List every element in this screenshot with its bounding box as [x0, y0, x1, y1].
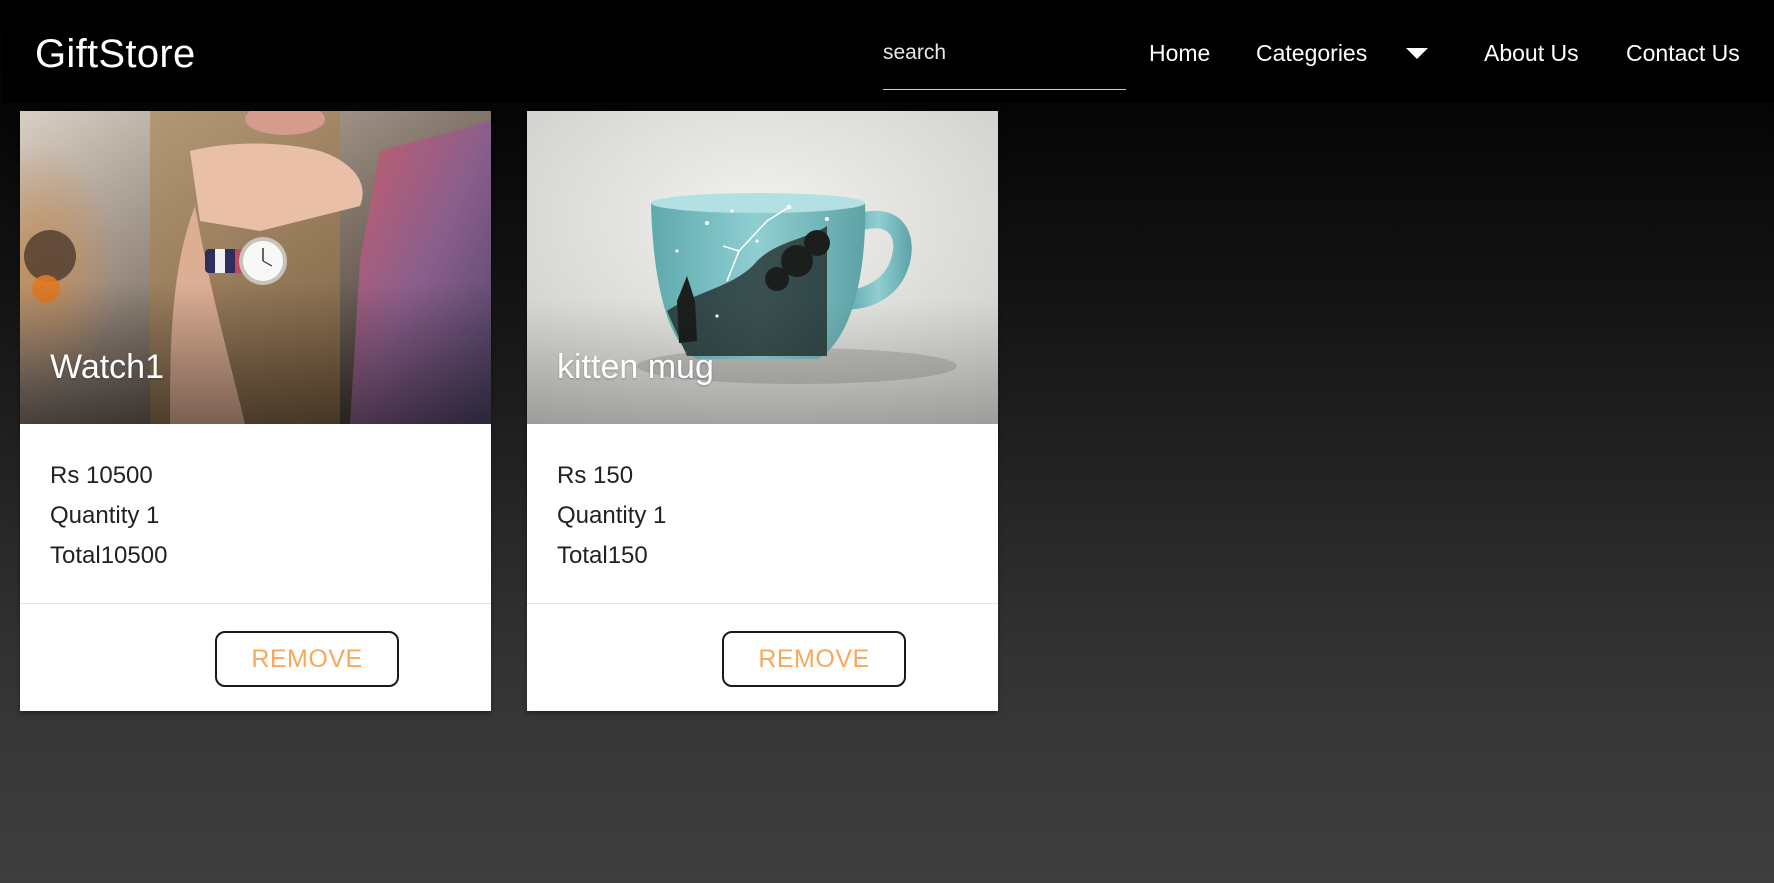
product-total: Total10500 [50, 542, 168, 569]
product-quantity: Quantity 1 [50, 502, 160, 529]
search-input[interactable] [883, 37, 1126, 69]
nav-contact-us[interactable]: Contact Us [1626, 36, 1740, 70]
search-field [883, 37, 1126, 90]
product-title: Watch1 [50, 348, 165, 386]
product-image: kitten mug [527, 111, 998, 424]
card-divider [20, 603, 491, 604]
caret-down-icon[interactable] [1406, 48, 1428, 59]
cart-item-card: kitten mug Rs 150 Quantity 1 Total150 RE… [527, 111, 998, 711]
remove-button[interactable]: REMOVE [722, 631, 906, 687]
product-price: Rs 150 [557, 462, 634, 489]
card-divider [527, 603, 998, 604]
product-details: Rs 10500 Quantity 1 Total10500 [50, 456, 167, 576]
nav-about-us[interactable]: About Us [1484, 36, 1579, 70]
navbar: GiftStore Home Categories About Us Conta… [3, 3, 1774, 103]
nav-categories[interactable]: Categories [1256, 36, 1367, 70]
product-quantity: Quantity 1 [557, 502, 667, 529]
remove-button[interactable]: REMOVE [215, 631, 399, 687]
product-price: Rs 10500 [50, 462, 153, 489]
product-details: Rs 150 Quantity 1 Total150 [557, 456, 666, 576]
cart-item-card: Watch1 Rs 10500 Quantity 1 Total10500 RE… [20, 111, 491, 711]
page: GiftStore Home Categories About Us Conta… [3, 3, 1774, 883]
brand-logo[interactable]: GiftStore [35, 29, 196, 79]
product-title: kitten mug [557, 348, 714, 386]
product-image: Watch1 [20, 111, 491, 424]
product-total: Total150 [557, 542, 648, 569]
nav-home[interactable]: Home [1149, 36, 1210, 70]
